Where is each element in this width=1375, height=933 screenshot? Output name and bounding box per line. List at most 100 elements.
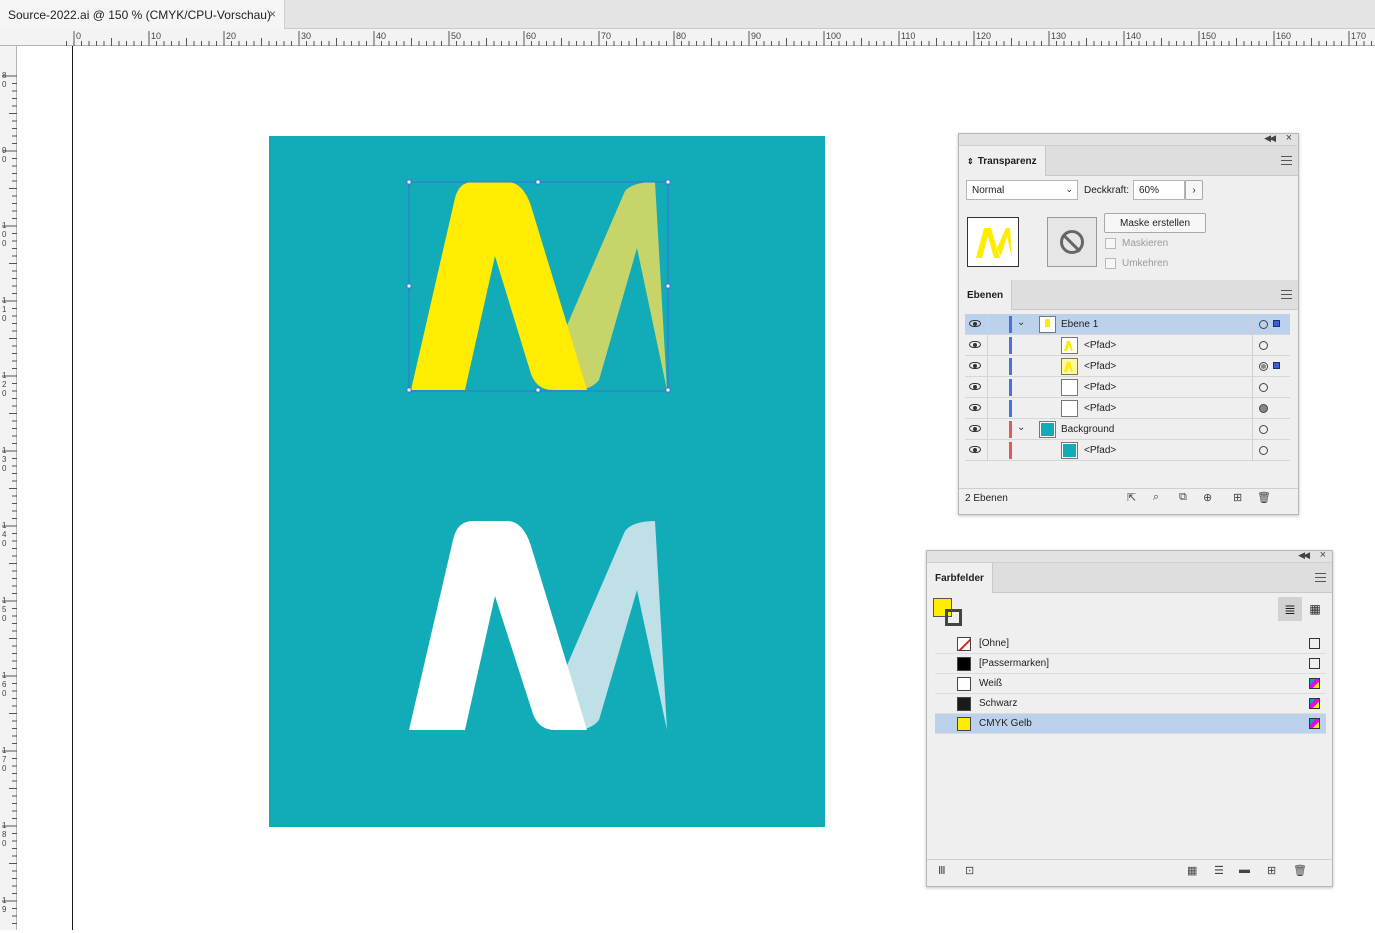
swatches-menu-icon[interactable] xyxy=(1315,573,1326,582)
make-mask-button[interactable]: Maske erstellen xyxy=(1104,213,1206,233)
invert-mask-checkbox[interactable]: Umkehren xyxy=(1105,258,1168,269)
panel-menu-icon[interactable] xyxy=(1281,156,1292,165)
chevron-down-icon[interactable]: ⌄ xyxy=(1017,422,1025,433)
target-circle-icon[interactable] xyxy=(1259,446,1268,455)
chevron-down-icon[interactable]: ⌄ xyxy=(1017,317,1025,328)
layer-color-bar xyxy=(1009,316,1012,333)
grid-view-button[interactable]: ▦ xyxy=(1303,597,1327,621)
tab-transparency[interactable]: ⇕ Transparenz xyxy=(959,146,1046,176)
visibility-eye-icon[interactable] xyxy=(969,383,981,390)
swatch-row[interactable]: Weiß xyxy=(935,674,1326,694)
target-circle-icon[interactable] xyxy=(1259,404,1268,413)
ruler-label: 0 xyxy=(2,464,7,473)
visibility-eye-icon[interactable] xyxy=(969,404,981,411)
target-column-separator xyxy=(1252,440,1253,461)
fill-stroke-indicator[interactable] xyxy=(933,598,965,628)
visibility-eye-icon[interactable] xyxy=(969,320,981,327)
new-sublayer-icon[interactable]: ⊕ xyxy=(1203,491,1212,504)
collapse-swatches-icon[interactable]: ◀◀ xyxy=(1298,550,1310,561)
vertical-ruler[interactable]: 809010011012013014015016017018019 xyxy=(0,46,17,930)
visibility-eye-icon[interactable] xyxy=(969,341,981,348)
target-circle-icon[interactable] xyxy=(1259,362,1268,371)
close-panel-icon[interactable]: × xyxy=(1286,132,1292,144)
visibility-eye-icon[interactable] xyxy=(969,425,981,432)
target-circle-icon[interactable] xyxy=(1259,341,1268,350)
clip-label: Maskieren xyxy=(1122,238,1169,249)
artboard[interactable] xyxy=(269,136,825,827)
swatch-row[interactable]: Schwarz xyxy=(935,694,1326,714)
document-tab[interactable]: Source-2022.ai @ 150 % (CMYK/CPU-Vorscha… xyxy=(0,0,285,29)
visibility-eye-icon[interactable] xyxy=(969,362,981,369)
search-icon[interactable]: ⌕ xyxy=(1153,491,1159,504)
tab-layers[interactable]: Ebenen xyxy=(959,280,1013,310)
swatches-titlebar[interactable]: ◀◀ × xyxy=(927,549,1332,563)
delete-swatch-icon[interactable]: 🗑 xyxy=(1293,864,1307,877)
swatch-row[interactable]: [Passermarken] xyxy=(935,654,1326,674)
mask-thumbnail[interactable] xyxy=(1047,217,1097,267)
swatch-name: CMYK Gelb xyxy=(979,718,1032,729)
yellow-m-stroke xyxy=(411,182,587,390)
swatch-name: Schwarz xyxy=(979,698,1018,709)
lock-column[interactable] xyxy=(987,314,988,335)
layer-row[interactable]: ⌄ Background xyxy=(965,419,1290,440)
clip-checkbox[interactable]: Maskieren xyxy=(1105,238,1168,249)
layer-row[interactable]: <Pfad> xyxy=(965,377,1290,398)
swatch-row[interactable]: CMYK Gelb xyxy=(935,714,1326,734)
ruler-label: 160 xyxy=(1276,31,1291,41)
lock-column[interactable] xyxy=(987,335,988,356)
non-editable-icon xyxy=(1309,638,1320,649)
layer-row[interactable]: ⌄ Ebene 1 xyxy=(965,314,1290,335)
visibility-eye-icon[interactable] xyxy=(969,446,981,453)
new-layer-icon[interactable]: ⊞ xyxy=(1233,491,1242,504)
swatch-library-icon[interactable]: Ⅲ xyxy=(938,864,946,877)
list-view-button[interactable]: ≣ xyxy=(1278,597,1302,621)
ruler-label: 1 xyxy=(2,371,7,380)
tab-swatches[interactable]: Farbfelder xyxy=(927,563,993,593)
new-folder-icon[interactable]: ▬ xyxy=(1239,864,1250,876)
lock-column[interactable] xyxy=(987,356,988,377)
lock-column[interactable] xyxy=(987,440,988,461)
collapse-panel-icon[interactable]: ◀◀ xyxy=(1264,133,1276,144)
layer-row[interactable]: <Pfad> xyxy=(965,335,1290,356)
ruler-label: 3 xyxy=(2,455,7,464)
delete-layer-icon[interactable]: 🗑 xyxy=(1257,491,1271,504)
color-group-icon[interactable]: ▦ xyxy=(1187,864,1197,877)
swatch-chip xyxy=(957,717,971,731)
logo-white[interactable] xyxy=(409,521,667,730)
export-icon[interactable]: ⇱ xyxy=(1127,491,1136,504)
panel-titlebar[interactable]: ◀◀ × xyxy=(959,132,1298,146)
lock-column[interactable] xyxy=(987,398,988,419)
layer-row[interactable]: <Pfad> xyxy=(965,356,1290,377)
ruler-label: 120 xyxy=(976,31,991,41)
lock-column[interactable] xyxy=(987,377,988,398)
show-swatch-kinds-icon[interactable]: ⊡ xyxy=(965,864,974,877)
selection-indicator-icon[interactable] xyxy=(1273,320,1280,327)
lock-column[interactable] xyxy=(987,419,988,440)
ruler-label: 2 xyxy=(2,380,7,389)
target-column-separator xyxy=(1252,377,1253,398)
layer-color-bar xyxy=(1009,400,1012,417)
layer-row[interactable]: <Pfad> xyxy=(965,398,1290,419)
layer-row[interactable]: <Pfad> xyxy=(965,440,1290,461)
opacity-input[interactable]: 60% xyxy=(1133,180,1185,200)
target-circle-icon[interactable] xyxy=(1259,425,1268,434)
object-thumbnail[interactable] xyxy=(967,217,1019,267)
target-circle-icon[interactable] xyxy=(1259,320,1268,329)
swatch-options-icon[interactable]: ☰ xyxy=(1214,864,1224,877)
close-tab-icon[interactable]: × xyxy=(269,7,276,21)
logo-colored[interactable] xyxy=(406,179,671,393)
layers-menu-icon[interactable] xyxy=(1281,290,1292,299)
new-swatch-icon[interactable]: ⊞ xyxy=(1267,864,1276,877)
target-circle-icon[interactable] xyxy=(1259,383,1268,392)
horizontal-ruler[interactable]: 0 10 20 30 40 50 60 70 80 90 100 110 120 130 140 150 160… xyxy=(0,29,1375,46)
ruler-label: 0 xyxy=(2,314,7,323)
blend-mode-select[interactable]: Normal ⌄ xyxy=(966,180,1078,200)
swatch-row[interactable]: [Ohne] xyxy=(935,634,1326,654)
selection-indicator-icon[interactable] xyxy=(1273,362,1280,369)
close-swatches-icon[interactable]: × xyxy=(1320,549,1326,561)
clipping-mask-icon[interactable]: ⧉ xyxy=(1179,491,1187,504)
horizontal-ruler-ticks: 0 10 20 30 40 50 60 70 80 90 100 110 120 130 140 150 160… xyxy=(66,31,1372,46)
opacity-slider-button[interactable]: › xyxy=(1185,180,1203,200)
target-column-separator xyxy=(1252,335,1253,356)
expand-arrows-icon[interactable]: ⇕ xyxy=(967,157,974,166)
